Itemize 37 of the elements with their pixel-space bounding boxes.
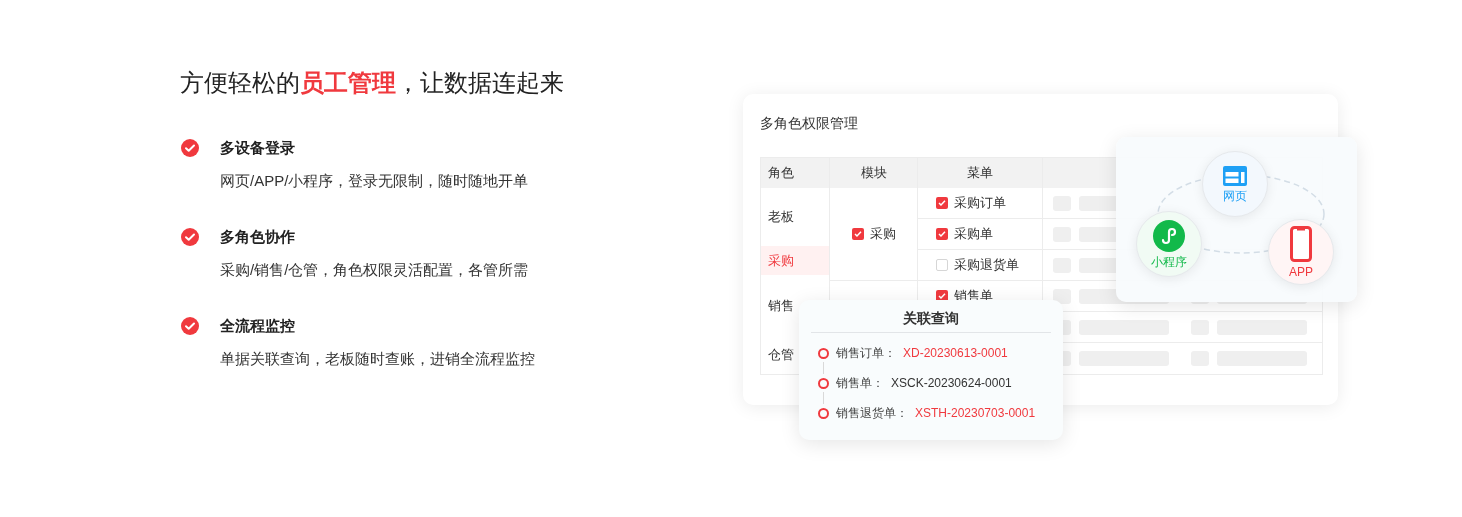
checkbox[interactable] [936, 197, 948, 209]
role-item[interactable]: 采购 [761, 246, 829, 275]
feature-description: 网页/APP/小程序，登录无限制，随时随地开单 [219, 171, 530, 191]
menu-label: 采购退货单 [954, 256, 1019, 275]
role-item[interactable]: 老板 [761, 188, 829, 246]
order-number: XSTH-20230703-0001 [915, 405, 1036, 422]
feature-title: 多角色协作 [220, 227, 295, 247]
order-label: 销售单： [836, 375, 884, 392]
card-title: 多角色权限管理 [760, 114, 859, 133]
order-number: XD-20230613-0001 [903, 345, 1008, 362]
check-circle-icon [181, 139, 199, 157]
check-circle-icon [181, 228, 199, 246]
feature-description: 采购/销售/仓管，角色权限灵活配置，各管所需 [219, 260, 530, 280]
menu-label: 采购单 [954, 225, 993, 244]
order-number: XSCK-20230624-0001 [891, 375, 1012, 392]
phone-icon [1290, 225, 1312, 262]
column-header: 模块 [830, 158, 917, 188]
device-label: 小程序 [1151, 254, 1187, 269]
headline: 方便轻松的员工管理，让数据连起来 [180, 68, 565, 98]
popup-title: 关联查询 [811, 308, 1051, 333]
feature-title: 全流程监控 [220, 316, 295, 336]
link-circle-icon [1153, 219, 1185, 252]
column-header: 角色 [761, 158, 829, 188]
checkbox[interactable] [936, 228, 948, 240]
checkbox[interactable] [936, 259, 948, 271]
module-label: 采购 [869, 225, 896, 244]
check-circle-icon [181, 317, 199, 335]
feature-title: 多设备登录 [220, 138, 295, 158]
menu-label: 采购订单 [954, 194, 1006, 213]
browser-window-icon [1223, 165, 1247, 186]
feature-description: 单据关联查询，老板随时查账，进销全流程监控 [219, 349, 536, 369]
order-label: 销售退货单： [836, 405, 908, 422]
device-label: APP [1289, 264, 1313, 279]
column-header: 菜单 [918, 158, 1042, 188]
checkbox[interactable] [851, 228, 864, 240]
order-label: 销售订单： [836, 345, 896, 362]
device-label: 网页 [1223, 188, 1247, 203]
